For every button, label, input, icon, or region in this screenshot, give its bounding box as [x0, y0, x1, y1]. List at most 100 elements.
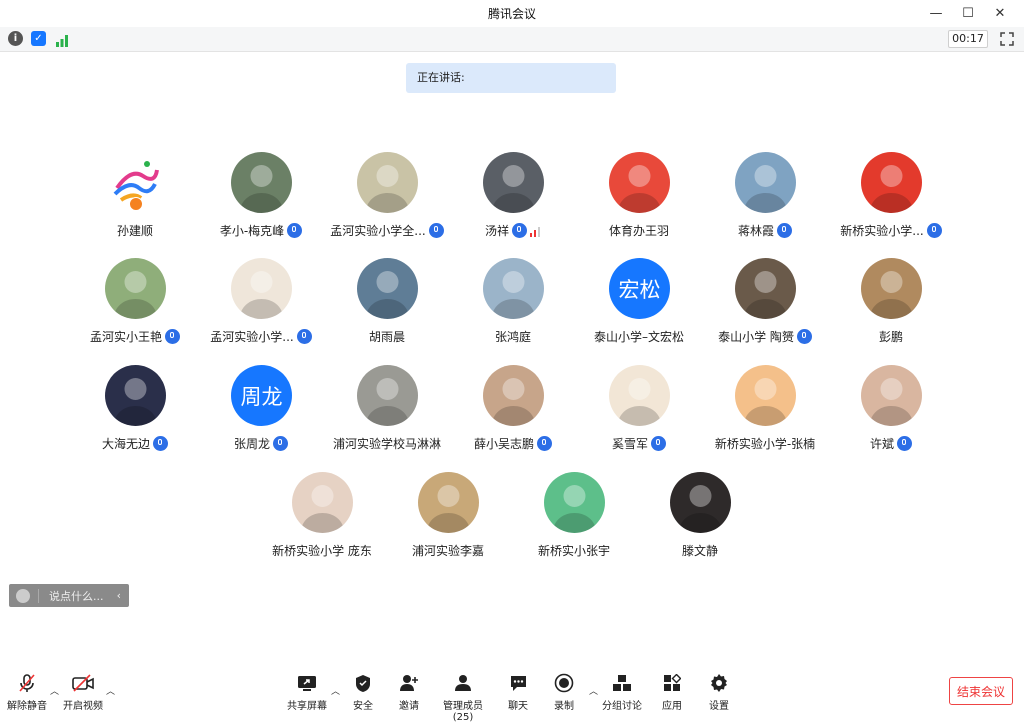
participant-tile[interactable]: 奚雪军	[574, 365, 704, 460]
manage-members-button[interactable]: 管理成员(25)	[434, 672, 492, 723]
participant-avatar	[609, 365, 670, 426]
start-video-button[interactable]: 开启视频	[60, 672, 106, 712]
participant-tile[interactable]: 泰山小学 陶赟	[700, 258, 830, 353]
participant-name-label: 新桥实小张宇	[537, 544, 610, 558]
muted-mic-icon	[16, 672, 38, 694]
fullscreen-icon[interactable]	[1000, 31, 1014, 46]
mic-active-icon	[926, 223, 942, 238]
minimize-button[interactable]: —	[920, 3, 952, 23]
audio-options-caret[interactable]: ︿	[50, 684, 59, 697]
participant-tile[interactable]: 滕文静	[635, 472, 765, 567]
participant-avatar	[483, 258, 544, 319]
participant-name-label: 浦河实验李嘉	[411, 544, 484, 558]
participant-name: 孙建顺	[70, 222, 200, 239]
video-options-caret[interactable]: ︿	[106, 684, 115, 697]
participant-tile[interactable]: 周龙 张周龙	[196, 365, 326, 460]
invite-button[interactable]: 邀请	[396, 672, 422, 712]
participant-avatar	[231, 152, 292, 213]
participant-name: 体育办王羽	[574, 222, 704, 239]
participant-name: 奚雪军	[574, 435, 704, 452]
participant-name: 汤祥	[448, 222, 578, 240]
participant-tile[interactable]: 孟河实验小学全...	[322, 152, 452, 247]
participant-name-label: 孟河实验小学全...	[330, 224, 426, 238]
mic-active-icon	[273, 436, 288, 451]
participant-tile[interactable]: 孟河实小王艳	[70, 258, 200, 353]
participant-name-label: 许斌	[869, 437, 894, 451]
meeting-timer: 00:17	[948, 30, 988, 48]
participant-tile[interactable]: 新桥实验小学...	[826, 152, 956, 247]
share-screen-icon	[296, 672, 318, 694]
participant-name-label: 薛小吴志鹏	[473, 437, 534, 451]
record-button[interactable]: 录制	[552, 672, 576, 712]
participant-name-label: 汤祥	[484, 224, 509, 238]
record-options-caret[interactable]: ︿	[589, 684, 598, 697]
participant-tile[interactable]: 蒋林霞	[700, 152, 830, 247]
participant-name: 张周龙	[196, 435, 326, 452]
maximize-button[interactable]: ☐	[952, 3, 984, 23]
participant-tile[interactable]: 彭鹏	[826, 258, 956, 353]
speaking-indicator: 正在讲话:	[406, 63, 616, 93]
participant-tile[interactable]: 薛小吴志鹏	[448, 365, 578, 460]
unmute-button[interactable]: 解除静音	[6, 672, 48, 712]
collapse-chat-icon[interactable]: ‹	[117, 589, 121, 602]
close-button[interactable]: ✕	[984, 3, 1016, 23]
participant-avatar	[861, 152, 922, 213]
participant-name-label: 泰山小学 陶赟	[718, 330, 794, 344]
emoji-icon[interactable]	[16, 588, 30, 603]
participant-tile[interactable]: 大海无边	[70, 365, 200, 460]
end-meeting-button[interactable]: 结束会议	[949, 677, 1013, 705]
chat-quick-input[interactable]: 说点什么... ‹	[9, 584, 129, 607]
participant-tile[interactable]: 浦河实验学校马淋淋	[322, 365, 452, 460]
participant-name: 浦河实验李嘉	[383, 542, 513, 559]
participant-avatar	[735, 258, 796, 319]
participant-name-label: 张鸿庭	[494, 330, 531, 344]
participant-avatar	[418, 472, 479, 533]
meeting-control-bar: 解除静音 ︿ 开启视频 ︿ 共享屏幕 ︿ 安全 邀请 管理成员(25) 聊天 录…	[0, 666, 1024, 723]
participant-avatar	[544, 472, 605, 533]
apps-button[interactable]: 应用	[660, 672, 684, 712]
participant-tile[interactable]: 胡雨晨	[322, 258, 452, 353]
participant-tile[interactable]: 汤祥	[448, 152, 578, 247]
share-screen-button[interactable]: 共享屏幕	[286, 672, 328, 712]
participant-name: 孟河实小王艳	[70, 328, 200, 345]
security-shield-icon[interactable]: ✓	[31, 31, 46, 46]
host-badge-icon	[129, 197, 143, 211]
participant-tile[interactable]: 张鸿庭	[448, 258, 578, 353]
participant-tile[interactable]: 浦河实验李嘉	[383, 472, 513, 567]
mic-active-icon	[777, 223, 792, 238]
shield-icon	[352, 672, 374, 694]
chat-bubble-icon	[507, 672, 529, 694]
info-icon[interactable]: i	[8, 31, 23, 46]
share-options-caret[interactable]: ︿	[331, 684, 340, 697]
camera-off-icon	[72, 672, 94, 694]
participant-avatar	[861, 365, 922, 426]
avatar-initials: 宏松	[618, 277, 661, 302]
participant-tile[interactable]: 新桥实验小学-张楠	[700, 365, 830, 460]
participant-tile[interactable]: 孙建顺	[70, 152, 200, 247]
chat-button[interactable]: 聊天	[506, 672, 530, 712]
participant-tile[interactable]: 许斌	[826, 365, 956, 460]
participant-name: 泰山小学–文宏松	[574, 328, 704, 345]
participant-avatar	[105, 365, 166, 426]
participant-name-label: 孝小-梅克峰	[219, 224, 285, 238]
participant-name-label: 孙建顺	[116, 224, 153, 238]
participant-tile[interactable]: 新桥实小张宇	[509, 472, 639, 567]
participant-tile[interactable]: 体育办王羽	[574, 152, 704, 247]
participant-avatar	[105, 258, 166, 319]
participant-avatar	[105, 152, 166, 213]
participant-tile[interactable]: 宏松泰山小学–文宏松	[574, 258, 704, 353]
participant-name-label: 蒋林霞	[737, 224, 774, 238]
participant-name: 新桥实验小学...	[826, 222, 956, 239]
network-signal-icon[interactable]	[55, 32, 69, 51]
weak-signal-icon	[530, 226, 541, 240]
participant-name: 胡雨晨	[322, 328, 452, 345]
meeting-info-bar: i ✓ 00:17	[0, 27, 1024, 52]
participant-tile[interactable]: 孝小-梅克峰	[196, 152, 326, 247]
security-button[interactable]: 安全	[350, 672, 376, 712]
breakout-rooms-button[interactable]: 分组讨论	[602, 672, 642, 712]
participant-tile[interactable]: 孟河实验小学...	[196, 258, 326, 353]
participant-tile[interactable]: 新桥实验小学 庞东	[257, 472, 387, 567]
settings-button[interactable]: 设置	[707, 672, 731, 712]
mic-active-icon	[537, 436, 552, 451]
participant-name-label: 孟河实小王艳	[89, 330, 162, 344]
